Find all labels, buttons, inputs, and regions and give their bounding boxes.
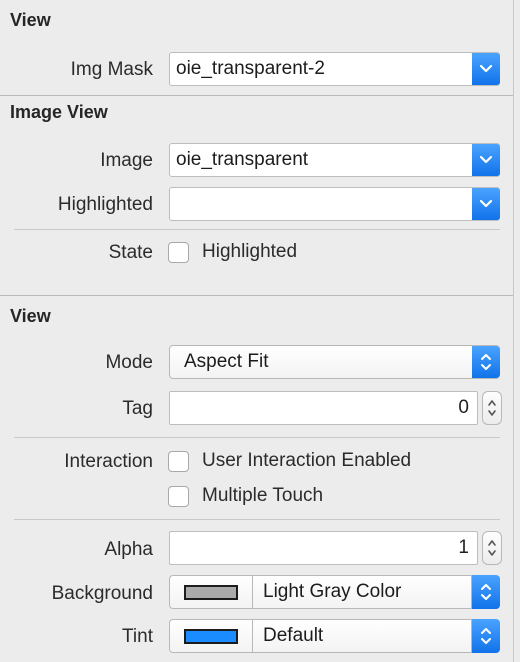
background-color-popup[interactable]: Light Gray Color [253, 575, 472, 609]
chevron-down-icon [479, 199, 493, 208]
up-down-arrows-icon [481, 354, 491, 370]
img-mask-label: Img Mask [70, 59, 153, 80]
highlighted-label: Highlighted [57, 194, 153, 215]
mode-popup-arrows[interactable] [472, 346, 500, 378]
highlighted-combobox[interactable] [169, 187, 500, 221]
background-label: Background [51, 583, 153, 604]
background-color-well[interactable]: Light Gray Color [169, 575, 500, 609]
img-mask-dropdown-button[interactable] [472, 53, 500, 85]
image-dropdown-button[interactable] [472, 144, 500, 176]
stepper-arrows-icon [488, 540, 496, 556]
multiple-touch-checkbox[interactable]: Multiple Touch [168, 485, 323, 507]
interaction-label: Interaction [64, 451, 153, 472]
group-divider [14, 519, 500, 520]
image-combobox[interactable]: oie_transparent [169, 143, 500, 177]
attributes-inspector: View Img Mask oie_transparent-2 Image Vi… [0, 0, 514, 662]
img-mask-value[interactable]: oie_transparent-2 [170, 58, 472, 80]
multiple-touch-checkbox-label[interactable]: Multiple Touch [202, 485, 323, 507]
mode-label: Mode [105, 352, 153, 373]
tag-field[interactable]: 0 [169, 391, 478, 425]
background-color-name[interactable]: Light Gray Color [253, 581, 471, 603]
tag-label: Tag [122, 398, 153, 419]
user-interaction-checkbox[interactable]: User Interaction Enabled [168, 450, 411, 472]
alpha-stepper[interactable] [482, 531, 502, 565]
state-label: State [108, 242, 153, 263]
state-highlighted-checkbox[interactable]: Highlighted [168, 241, 297, 263]
tint-label: Tint [122, 626, 153, 647]
tint-popup-arrows[interactable] [472, 619, 500, 653]
alpha-label: Alpha [104, 539, 153, 560]
mode-value[interactable]: Aspect Fit [170, 351, 472, 373]
inspector-right-edge [513, 0, 520, 662]
tint-color-swatch [184, 628, 238, 644]
image-label: Image [100, 150, 153, 171]
section-divider [0, 295, 514, 296]
section-title-view: View [10, 306, 51, 326]
stepper-arrows-icon [488, 400, 496, 416]
user-interaction-checkbox-label[interactable]: User Interaction Enabled [202, 450, 411, 472]
chevron-down-icon [479, 155, 493, 164]
alpha-field[interactable]: 1 [169, 531, 478, 565]
tint-color-well[interactable]: Default [169, 619, 500, 653]
state-highlighted-checkbox-label[interactable]: Highlighted [202, 241, 297, 263]
group-divider [14, 229, 500, 230]
section-title-view-mask: View [10, 10, 51, 30]
mode-popup-button[interactable]: Aspect Fit [169, 345, 500, 379]
background-popup-arrows[interactable] [472, 575, 500, 609]
highlighted-dropdown-button[interactable] [472, 188, 500, 220]
image-value[interactable]: oie_transparent [170, 149, 472, 171]
tint-color-swatch-button[interactable] [169, 619, 253, 653]
up-down-arrows-icon [481, 628, 491, 644]
section-divider [0, 95, 514, 96]
tint-color-name[interactable]: Default [253, 625, 471, 647]
checkbox-box[interactable] [168, 241, 189, 263]
background-color-swatch [184, 584, 238, 600]
checkbox-box[interactable] [168, 485, 189, 507]
tag-stepper[interactable] [482, 391, 502, 425]
group-divider [14, 437, 500, 438]
background-color-swatch-button[interactable] [169, 575, 253, 609]
up-down-arrows-icon [481, 584, 491, 600]
checkbox-box[interactable] [168, 450, 189, 472]
chevron-down-icon [479, 64, 493, 73]
section-title-image-view: Image View [10, 102, 108, 122]
tint-color-popup[interactable]: Default [253, 619, 472, 653]
img-mask-combobox[interactable]: oie_transparent-2 [169, 52, 500, 86]
